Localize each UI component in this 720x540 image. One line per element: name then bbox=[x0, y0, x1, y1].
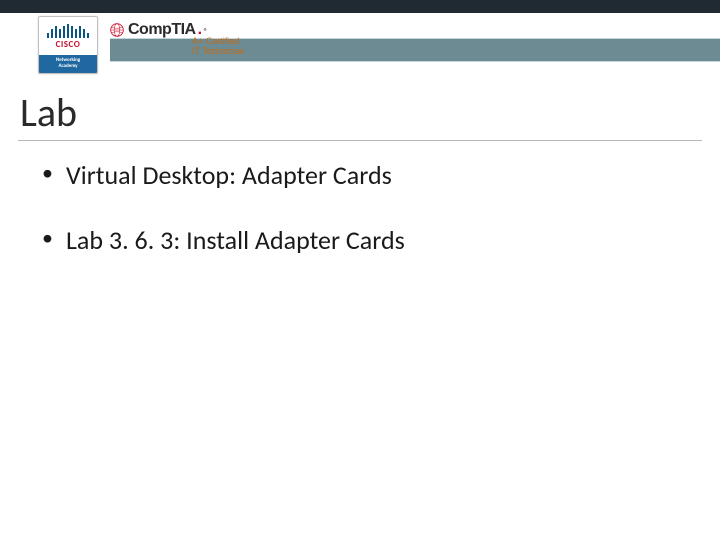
cisco-logo-icon: CISCO bbox=[39, 17, 97, 55]
bullet-list: Virtual Desktop: Adapter Cards Lab 3. 6.… bbox=[42, 160, 682, 290]
comptia-cert-line1: A+ Certified bbox=[192, 36, 239, 46]
globe-icon bbox=[110, 23, 124, 37]
top-dark-bar bbox=[0, 0, 720, 13]
cisco-program-line2: Academy bbox=[58, 63, 77, 69]
bullet-text: Virtual Desktop: Adapter Cards bbox=[66, 159, 392, 191]
list-item: Lab 3. 6. 3: Install Adapter Cards bbox=[42, 225, 682, 256]
list-item: Virtual Desktop: Adapter Cards bbox=[42, 160, 682, 191]
cisco-badge: CISCO Networking Academy bbox=[38, 16, 98, 74]
cisco-brand-text: CISCO bbox=[56, 40, 81, 49]
comptia-cert-line2: IT Technician bbox=[192, 46, 245, 56]
title-underline bbox=[18, 140, 702, 141]
cisco-program-label: Networking Academy bbox=[39, 55, 97, 73]
top-gap bbox=[0, 13, 720, 38]
slide-title: Lab bbox=[20, 88, 77, 137]
comptia-cert-label: A+ Certified IT Technician bbox=[192, 37, 245, 57]
bullet-text: Lab 3. 6. 3: Install Adapter Cards bbox=[66, 224, 405, 256]
cisco-bridge-icon bbox=[47, 24, 89, 38]
comptia-badge: CompTIA . ® A+ Certified IT Technician bbox=[110, 21, 250, 69]
comptia-brand-text: CompTIA bbox=[128, 21, 196, 39]
